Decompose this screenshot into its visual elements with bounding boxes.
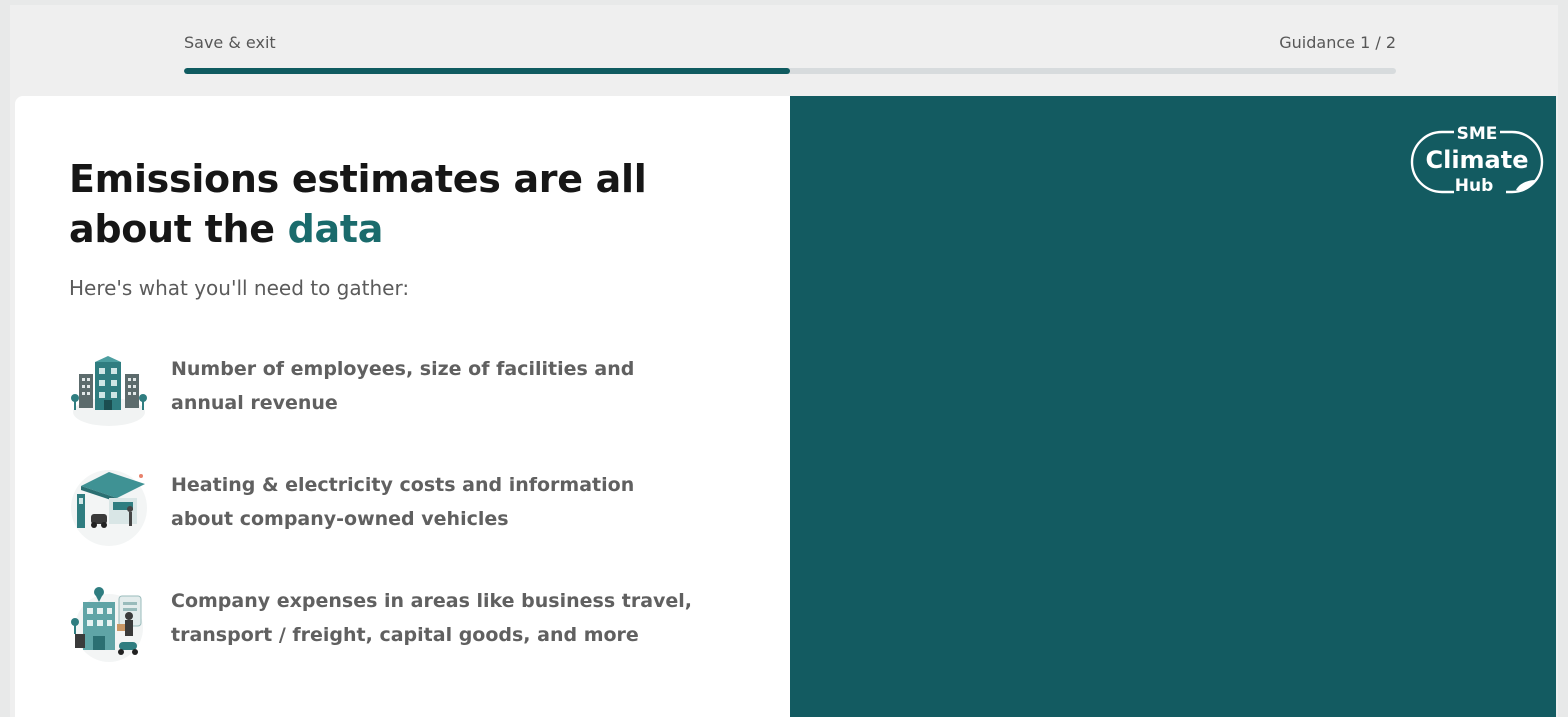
list-item-energy-vehicles: Heating & electricity costs and informat… (69, 468, 709, 548)
logo-text-line2: Climate (1425, 146, 1529, 174)
guidance-step-indicator: Guidance 1 / 2 (1279, 33, 1396, 52)
page-title-accent: data (287, 207, 384, 251)
list-item-text: Company expenses in areas like business … (171, 590, 693, 646)
app-frame: Save & exit Guidance 1 / 2 Emissions est… (10, 5, 1558, 717)
save-exit-link[interactable]: Save & exit (184, 33, 276, 52)
buildings-icon (69, 352, 149, 432)
list-item-business-info: Number of employees, size of facilities … (69, 352, 709, 432)
page-subtitle: Here's what you'll need to gather: (69, 276, 410, 300)
list-item-text: Heating & electricity costs and informat… (171, 474, 635, 530)
illustration-panel: SME Climate Hub (790, 96, 1556, 717)
progress-bar (184, 68, 1396, 74)
progress-bar-fill (184, 68, 790, 74)
list-item-text: Number of employees, size of facilities … (171, 358, 635, 414)
gas-station-icon (69, 468, 149, 548)
logo-text-line1: SME (1456, 124, 1498, 144)
logo-text-line3: Hub (1454, 176, 1494, 196)
top-bar: Save & exit Guidance 1 / 2 (10, 5, 1558, 96)
page-title: Emissions estimates are all about the da… (69, 154, 729, 254)
delivery-building-icon (69, 584, 149, 664)
list-item-company-expenses: Company expenses in areas like business … (69, 584, 709, 664)
sme-climate-hub-logo: SME Climate Hub (1408, 116, 1546, 196)
guidance-content-panel: Emissions estimates are all about the da… (15, 96, 791, 717)
